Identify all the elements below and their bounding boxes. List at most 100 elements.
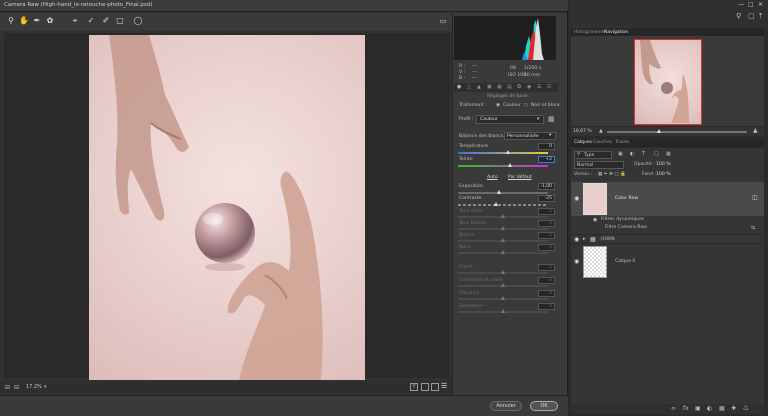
smart-filters-row[interactable]: ◉ Filtres dynamiques <box>571 217 764 225</box>
eyedropper-icon[interactable]: ✒ <box>32 16 42 26</box>
lens-tab-icon[interactable]: ▤ <box>507 84 512 90</box>
ok-button[interactable]: OK <box>530 401 558 411</box>
nav-zoom-slider[interactable] <box>607 129 747 133</box>
menu-icon[interactable]: ☰ <box>441 382 447 390</box>
target-icon[interactable]: ✿ <box>45 16 55 26</box>
cancel-button[interactable]: Annuler <box>490 401 522 411</box>
new-group-icon[interactable]: ▦ <box>719 405 725 412</box>
auto-button[interactable]: Auto <box>487 175 498 180</box>
clarity-thumb[interactable] <box>501 270 505 274</box>
wb-select[interactable]: Personnalisée ▾ <box>504 132 556 140</box>
straighten-icon[interactable]: ✓ <box>86 16 96 26</box>
detail-tab-icon[interactable]: ▲ <box>477 84 481 90</box>
gradient-icon[interactable]: ▢ <box>115 16 125 26</box>
share-icon[interactable]: ⤒ <box>759 12 762 21</box>
zoom-out-small-icon[interactable]: ▲ <box>599 128 603 134</box>
dehaze-value[interactable]: 0 <box>538 277 555 284</box>
clarity-value[interactable]: 0 <box>538 264 555 271</box>
filter-options-icon[interactable]: ⇆ <box>751 225 755 231</box>
swap-icon[interactable] <box>431 383 439 391</box>
calibration-tab-icon[interactable]: ◉ <box>527 84 531 90</box>
treatment-color-radio[interactable]: ◉ <box>496 103 500 108</box>
crop-icon[interactable]: ⌖ <box>70 16 80 26</box>
chevron-right-icon[interactable]: ▸ <box>583 236 586 242</box>
smart-filter-icon[interactable]: ▦ <box>666 151 671 157</box>
eye-icon[interactable]: ◉ <box>574 258 579 265</box>
adjust-filter-icon[interactable]: ◐ <box>630 151 634 157</box>
whites-thumb[interactable] <box>501 238 505 242</box>
shadows-thumb[interactable] <box>501 226 505 230</box>
highlights-thumb[interactable] <box>501 214 505 218</box>
type-filter-icon[interactable]: T <box>642 151 645 157</box>
tab-channels[interactable]: Couches <box>593 140 612 145</box>
zoom-out-icon[interactable]: ⊟ <box>14 384 19 391</box>
whites-value[interactable]: 0 <box>538 232 555 239</box>
temperature-value[interactable]: 0 <box>538 143 555 150</box>
search-icon[interactable]: ⚲ <box>736 12 741 20</box>
hand-icon[interactable]: ✋ <box>19 16 29 26</box>
nav-zoom-value[interactable]: 16,67 % <box>573 129 592 134</box>
highlights-slider[interactable] <box>458 214 548 218</box>
dehaze-thumb[interactable] <box>501 283 505 287</box>
before-after-icon[interactable] <box>421 383 429 391</box>
tint-slider[interactable] <box>458 163 548 167</box>
effects-tab-icon[interactable]: ✪ <box>517 84 521 90</box>
shadows-slider[interactable] <box>458 226 548 230</box>
saturation-slider[interactable] <box>458 309 548 313</box>
profile-browser-icon[interactable]: ▦ <box>548 115 555 123</box>
layer-filter-select[interactable]: ⚲ Type <box>574 151 612 159</box>
tab-navigation[interactable]: Navigation <box>604 30 628 35</box>
shadows-value[interactable]: 0 <box>538 220 555 227</box>
maximize-icon[interactable]: □ <box>748 1 754 8</box>
vibrance-value[interactable]: 0 <box>538 290 555 297</box>
fit-icon[interactable]: ⊟ <box>5 384 10 391</box>
treatment-bw-radio[interactable]: ○ <box>524 103 528 108</box>
new-layer-icon[interactable]: ✚ <box>731 405 736 412</box>
pixel-filter-icon[interactable]: ▣ <box>618 151 623 157</box>
vibrance-thumb[interactable] <box>501 296 505 300</box>
curve-tab-icon[interactable]: △ <box>467 84 471 90</box>
tab-paths[interactable]: Tracés <box>615 140 629 145</box>
zoom-level[interactable]: 17.2% <box>26 384 42 390</box>
blacks-slider[interactable] <box>458 250 548 254</box>
presets-tab-icon[interactable]: ☰ <box>537 84 541 90</box>
contrast-value[interactable]: -25 <box>538 195 555 202</box>
opacity-value[interactable]: 100 % <box>656 162 671 167</box>
shape-filter-icon[interactable]: □ <box>654 151 659 157</box>
eye-icon[interactable]: ◉ <box>574 236 579 243</box>
contrast-thumb[interactable] <box>494 202 498 206</box>
blacks-value[interactable]: 0 <box>538 244 555 251</box>
zoom-dropdown-icon[interactable]: ▾ <box>44 384 47 390</box>
hsl-tab-icon[interactable]: ▣ <box>487 84 492 90</box>
close-icon[interactable]: ✕ <box>758 1 763 8</box>
clarity-slider[interactable] <box>458 270 548 274</box>
highlights-value[interactable]: 0 <box>538 208 555 215</box>
compare-y-icon[interactable]: Y <box>410 383 418 391</box>
basic-tab-icon[interactable]: ◉ <box>457 84 461 90</box>
navigator-thumbnail[interactable] <box>634 39 702 125</box>
temperature-slider[interactable] <box>458 150 548 154</box>
profile-select[interactable]: Couleur ▾ <box>476 115 544 124</box>
link-layers-icon[interactable]: ∞ <box>671 405 676 412</box>
temperature-thumb[interactable] <box>506 150 510 154</box>
saturation-thumb[interactable] <box>501 309 505 313</box>
contrast-slider[interactable] <box>458 202 548 206</box>
lock-icons[interactable]: ▦ ✒ ✥ □ 🔒 <box>598 172 626 177</box>
trash-icon[interactable]: ♺ <box>743 405 748 412</box>
saturation-value[interactable]: 0 <box>538 303 555 310</box>
zoom-icon[interactable]: ⚲ <box>6 16 16 26</box>
open-preferences-icon[interactable]: ▭ <box>438 16 448 26</box>
layer-row-base[interactable]: ◉ Calque 0 <box>571 245 764 279</box>
fx-icon[interactable]: fx <box>683 405 689 412</box>
radial-icon[interactable]: ◯ <box>133 16 143 26</box>
tint-value[interactable]: +2 <box>538 156 555 163</box>
vibrance-slider[interactable] <box>458 296 548 300</box>
dehaze-slider[interactable] <box>458 283 548 287</box>
fill-value[interactable]: 100 % <box>656 172 671 177</box>
minimize-icon[interactable]: — <box>738 1 744 8</box>
blacks-thumb[interactable] <box>501 250 505 254</box>
whites-slider[interactable] <box>458 238 548 242</box>
default-button[interactable]: Par défaut <box>508 175 532 180</box>
workspace-icon[interactable]: ▢ <box>748 12 755 20</box>
filter-item-row[interactable]: Filtre Camera Raw ⇆ <box>571 225 764 233</box>
